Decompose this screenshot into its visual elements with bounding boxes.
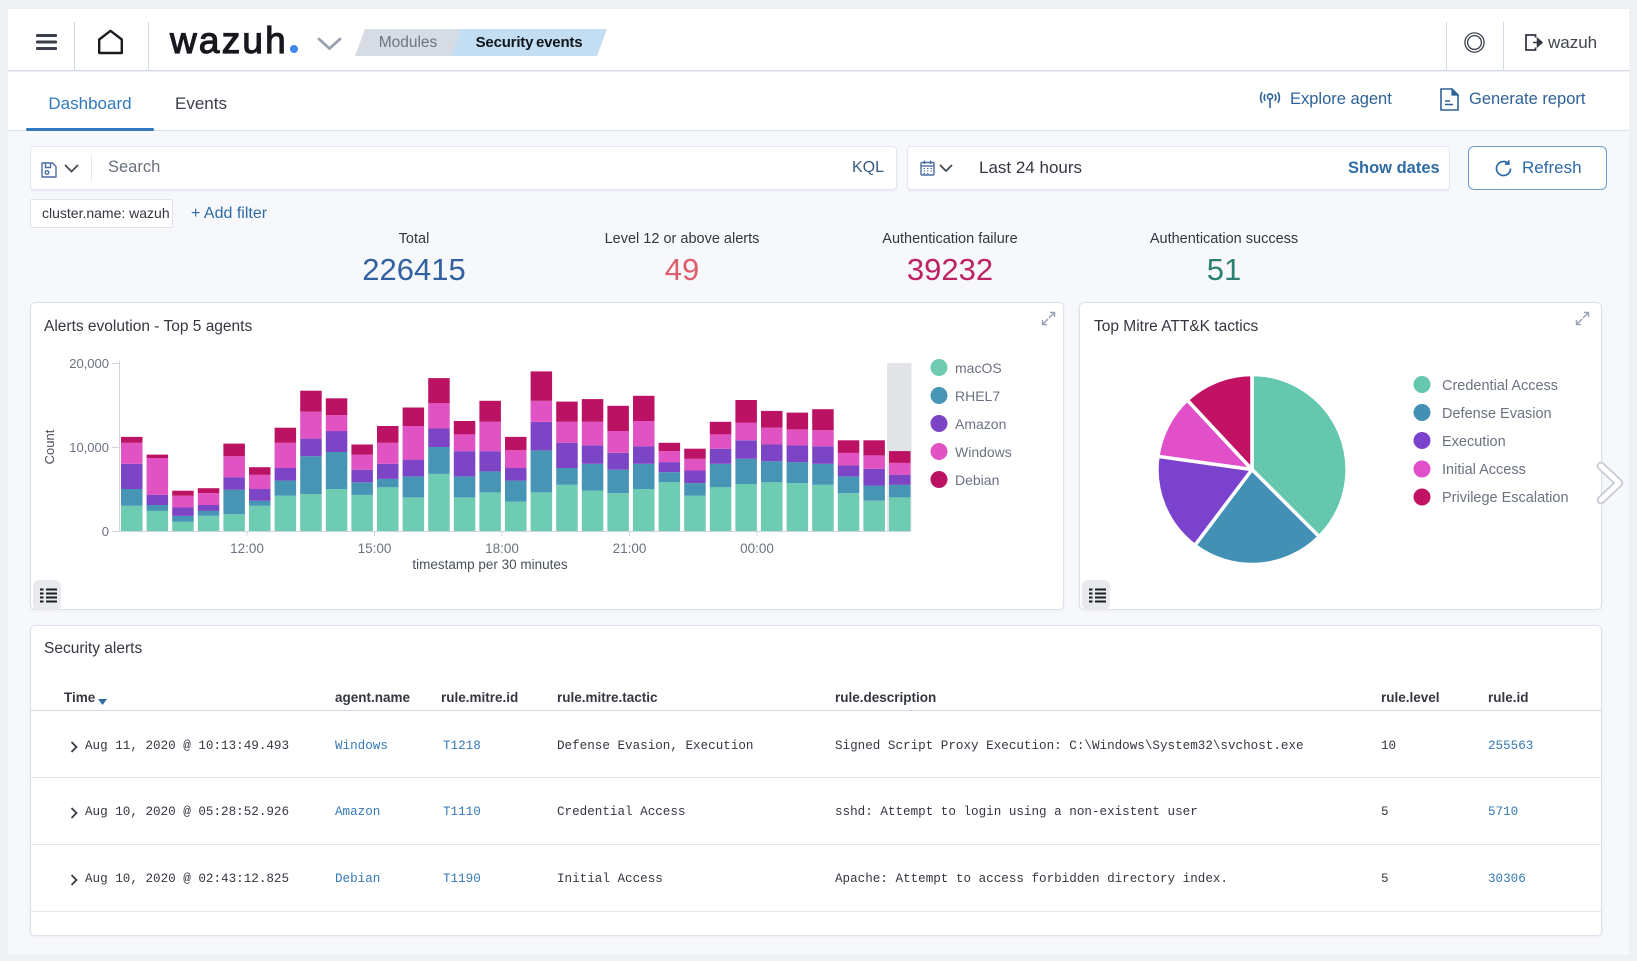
svg-text:Amazon: Amazon — [955, 416, 1006, 432]
svg-text:Initial Access: Initial Access — [1442, 462, 1526, 478]
svg-text:18:00: 18:00 — [485, 541, 519, 556]
svg-text:00:00: 00:00 — [740, 541, 774, 556]
svg-text:Privilege Escalation: Privilege Escalation — [1442, 490, 1569, 506]
svg-text:10,000: 10,000 — [69, 440, 109, 455]
svg-text:12:00: 12:00 — [230, 541, 264, 556]
svg-text:Defense Evasion: Defense Evasion — [1442, 406, 1552, 422]
svg-text:Debian: Debian — [955, 472, 999, 488]
svg-text:Credential Access: Credential Access — [1442, 378, 1558, 394]
svg-text:Execution: Execution — [1442, 434, 1506, 450]
svg-text:21:00: 21:00 — [613, 541, 647, 556]
svg-text:15:00: 15:00 — [358, 541, 392, 556]
svg-text:macOS: macOS — [955, 360, 1002, 376]
svg-text:Count: Count — [42, 429, 57, 464]
svg-text:RHEL7: RHEL7 — [955, 388, 1000, 404]
svg-text:20,000: 20,000 — [69, 356, 109, 371]
svg-text:timestamp per 30 minutes: timestamp per 30 minutes — [412, 557, 568, 572]
svg-text:0: 0 — [102, 524, 109, 539]
svg-text:Windows: Windows — [955, 444, 1012, 460]
